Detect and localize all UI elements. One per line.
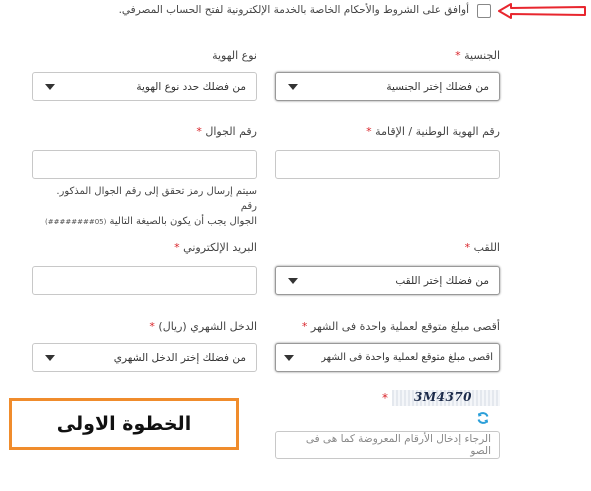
max-transaction-select[interactable]: أقصى مبلغ متوقع لعملية واحدة فى الشهر <box>275 343 500 372</box>
email-field[interactable] <box>32 266 257 295</box>
refresh-icon[interactable] <box>476 410 490 424</box>
mobile-note-format: (05########) <box>45 218 107 226</box>
chevron-down-icon <box>284 354 294 361</box>
id-type-selected: من فضلك حدد نوع الهوية <box>136 80 246 93</box>
national-id-field[interactable] <box>275 150 500 179</box>
national-id-label: رقم الهوية الوطنية / الإقامة * <box>366 125 500 138</box>
monthly-income-label: الدخل الشهري (ريال) * <box>149 320 257 333</box>
chevron-down-icon <box>45 354 55 361</box>
email-label: البريد الإلكتروني * <box>174 241 257 254</box>
captcha-required-mark: * <box>382 391 388 405</box>
chevron-down-icon <box>45 83 55 90</box>
captcha-input[interactable]: الرجاء إدخال الأرقام المعروضة كما هى فى … <box>275 431 500 459</box>
step-one-label: الخطوة الاولى <box>56 413 192 435</box>
step-one-box: الخطوة الاولى <box>9 398 239 450</box>
id-type-select[interactable]: من فضلك حدد نوع الهوية <box>32 72 257 101</box>
nationality-selected: من فضلك إختر الجنسية <box>386 80 489 93</box>
monthly-income-select[interactable]: من فضلك إختر الدخل الشهري <box>32 343 257 372</box>
title-selected: من فضلك إختر اللقب <box>395 274 489 287</box>
nationality-label: الجنسية * <box>455 49 500 62</box>
captcha-image-text: 3M4370 <box>414 390 473 404</box>
terms-label: أوافق على الشروط والأحكام الخاصة بالخدمة… <box>118 4 469 16</box>
nationality-select[interactable]: من فضلك إختر الجنسية <box>275 72 500 101</box>
title-label: اللقب * <box>464 241 500 254</box>
red-arrow-annotation <box>498 3 586 19</box>
chevron-down-icon <box>288 277 298 284</box>
monthly-income-selected: من فضلك إختر الدخل الشهري <box>113 351 246 364</box>
mobile-note-line2: الجوال يجب أن يكون بالصيغة التالية (05##… <box>45 216 257 227</box>
mobile-label: رقم الجوال * <box>196 125 257 138</box>
mobile-note: سيتم إرسال رمز تحقق إلى رقم الجوال المذك… <box>37 184 257 230</box>
id-type-label: نوع الهوية <box>212 49 257 62</box>
title-select[interactable]: من فضلك إختر اللقب <box>275 266 500 295</box>
captcha-image: 3M4370 <box>392 390 500 406</box>
chevron-down-icon <box>288 83 298 90</box>
terms-checkbox[interactable] <box>477 4 491 18</box>
max-transaction-label: أقصى مبلغ متوقع لعملية واحدة فى الشهر * <box>301 320 500 333</box>
max-transaction-selected: أقصى مبلغ متوقع لعملية واحدة فى الشهر <box>321 352 493 363</box>
mobile-field[interactable] <box>32 150 257 179</box>
mobile-note-line1: سيتم إرسال رمز تحقق إلى رقم الجوال المذك… <box>56 186 257 212</box>
